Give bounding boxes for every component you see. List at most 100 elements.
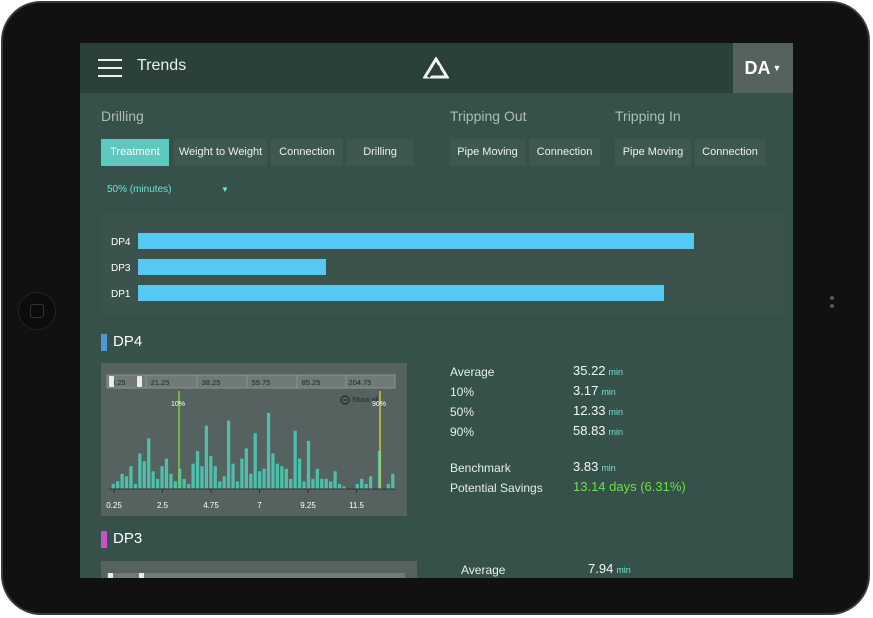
tab-treatment[interactable]: Treatment	[101, 139, 169, 166]
percentile-select[interactable]: 50% (minutes)	[107, 184, 171, 195]
slider-tick-label: 38.25	[202, 378, 221, 387]
histogram-bar	[315, 468, 319, 489]
histogram-bar	[120, 473, 124, 489]
range-handle-left[interactable]	[109, 376, 114, 387]
range-handle-right[interactable]	[137, 376, 142, 387]
histogram-bar	[284, 468, 288, 489]
histogram-bar	[191, 463, 195, 489]
menu-icon[interactable]	[98, 59, 122, 77]
tab-drilling-connection[interactable]: Connection	[271, 139, 343, 166]
p50-label: 50%	[450, 405, 475, 419]
dp3-average-value: 7.94 min	[588, 561, 631, 576]
x-tick-label: 4.75	[203, 501, 219, 510]
histogram-bar	[360, 478, 364, 489]
range-handle-right[interactable]	[139, 573, 144, 578]
histogram-bar	[213, 466, 217, 489]
dp4-color-marker	[101, 334, 107, 351]
slider-tick-label: 85.25	[302, 378, 321, 387]
histogram-bar	[204, 425, 209, 489]
histogram-bar	[142, 461, 146, 489]
tab-tripping-out-connection[interactable]: Connection	[529, 139, 600, 166]
histogram-bar	[151, 471, 155, 489]
histogram-bar	[235, 481, 240, 489]
bar-dp4	[138, 233, 694, 249]
histogram-bar	[311, 478, 315, 489]
histogram-bar	[155, 478, 160, 489]
dp4-histogram: 0.25 21.25 38.25 59.75 85.25 204.75 Show all …	[106, 374, 396, 510]
slider-tick-label: 204.75	[349, 378, 372, 387]
histogram-bar	[195, 451, 200, 489]
top-bar: Trends DA ▼	[80, 43, 793, 93]
dp4-heading: DP4	[113, 333, 143, 350]
average-label: Average	[450, 365, 495, 379]
histogram-bar	[226, 420, 231, 489]
x-tick-label: 2.5	[157, 501, 169, 510]
app-logo-icon	[423, 57, 449, 79]
section-heading-drilling: Drilling	[101, 108, 144, 124]
chevron-down-icon: ▼	[772, 63, 782, 73]
histogram-bar	[262, 468, 266, 489]
dp3-range-slider[interactable]	[101, 561, 417, 578]
dp3-average-label: Average	[461, 563, 506, 577]
histogram-bar	[249, 473, 253, 489]
histogram-bar	[271, 453, 275, 489]
user-initials: DA	[744, 57, 771, 78]
slider-tick-label: 59.75	[252, 378, 271, 387]
histogram-bar	[293, 430, 297, 489]
histogram-bar	[280, 466, 284, 489]
histogram-bar	[116, 481, 120, 489]
histogram-bar	[355, 483, 359, 489]
x-tick-label: 0.25	[106, 501, 122, 510]
dp3-histogram-panel	[101, 561, 417, 578]
x-tick-label: 9.25	[300, 501, 316, 510]
histogram-bar	[133, 483, 138, 489]
bar-label-dp3: DP3	[111, 263, 131, 274]
dp3-color-marker	[101, 531, 107, 548]
histogram-bar	[173, 481, 177, 489]
x-tick-label: 7	[257, 501, 262, 510]
dp4-histogram-panel: 0.25 21.25 38.25 59.75 85.25 204.75 Show all …	[101, 363, 407, 516]
dp-comparison-bars: DP4 DP3 DP1	[101, 214, 783, 314]
histogram-bar	[320, 478, 324, 489]
tab-drilling[interactable]: Drilling	[347, 139, 413, 166]
tab-tripping-in-connection[interactable]: Connection	[695, 139, 765, 166]
histogram-bar	[169, 473, 173, 489]
potential-savings-label: Potential Savings	[450, 481, 543, 495]
histogram-bar	[364, 483, 368, 489]
tab-weight-to-weight[interactable]: Weight to Weight	[174, 139, 267, 166]
tab-tripping-out-pipe-moving[interactable]: Pipe Moving	[450, 139, 525, 166]
histogram-bar	[324, 478, 328, 489]
histogram-bar	[160, 466, 164, 489]
home-button	[18, 292, 56, 330]
histogram-bar	[386, 483, 390, 489]
tab-tripping-in-pipe-moving[interactable]: Pipe Moving	[615, 139, 691, 166]
bar-dp3	[138, 259, 326, 275]
benchmark-label: Benchmark	[450, 461, 511, 475]
dropdown-caret-icon[interactable]: ▼	[221, 185, 229, 194]
histogram-bar	[182, 478, 186, 489]
section-heading-tripping-out: Tripping Out	[450, 108, 527, 124]
histogram-bar	[275, 463, 280, 489]
histogram-bar	[222, 476, 226, 489]
range-handle-left[interactable]	[108, 573, 113, 578]
histogram-bar	[187, 483, 191, 489]
bar-dp1	[138, 285, 664, 301]
histogram-bar	[124, 476, 129, 489]
p50-value: 12.33 min	[573, 403, 624, 418]
bar-label-dp1: DP1	[111, 289, 131, 300]
p10-value: 3.17 min	[573, 383, 616, 398]
histogram-bar	[289, 478, 293, 489]
histogram-bar	[391, 473, 395, 489]
marker-label-10: 10%	[171, 401, 185, 408]
p90-value: 58.83 min	[573, 423, 624, 438]
histogram-bar	[297, 458, 302, 489]
histogram-bar	[209, 456, 213, 489]
page-title: Trends	[137, 57, 187, 74]
histogram-bar	[138, 453, 142, 489]
histogram-bar	[329, 481, 333, 489]
p10-label: 10%	[450, 385, 475, 399]
histogram-bar	[218, 481, 222, 489]
x-tick-label: 11.5	[349, 501, 365, 510]
bar-label-dp4: DP4	[111, 237, 131, 248]
user-menu-button[interactable]: DA ▼	[733, 43, 793, 93]
